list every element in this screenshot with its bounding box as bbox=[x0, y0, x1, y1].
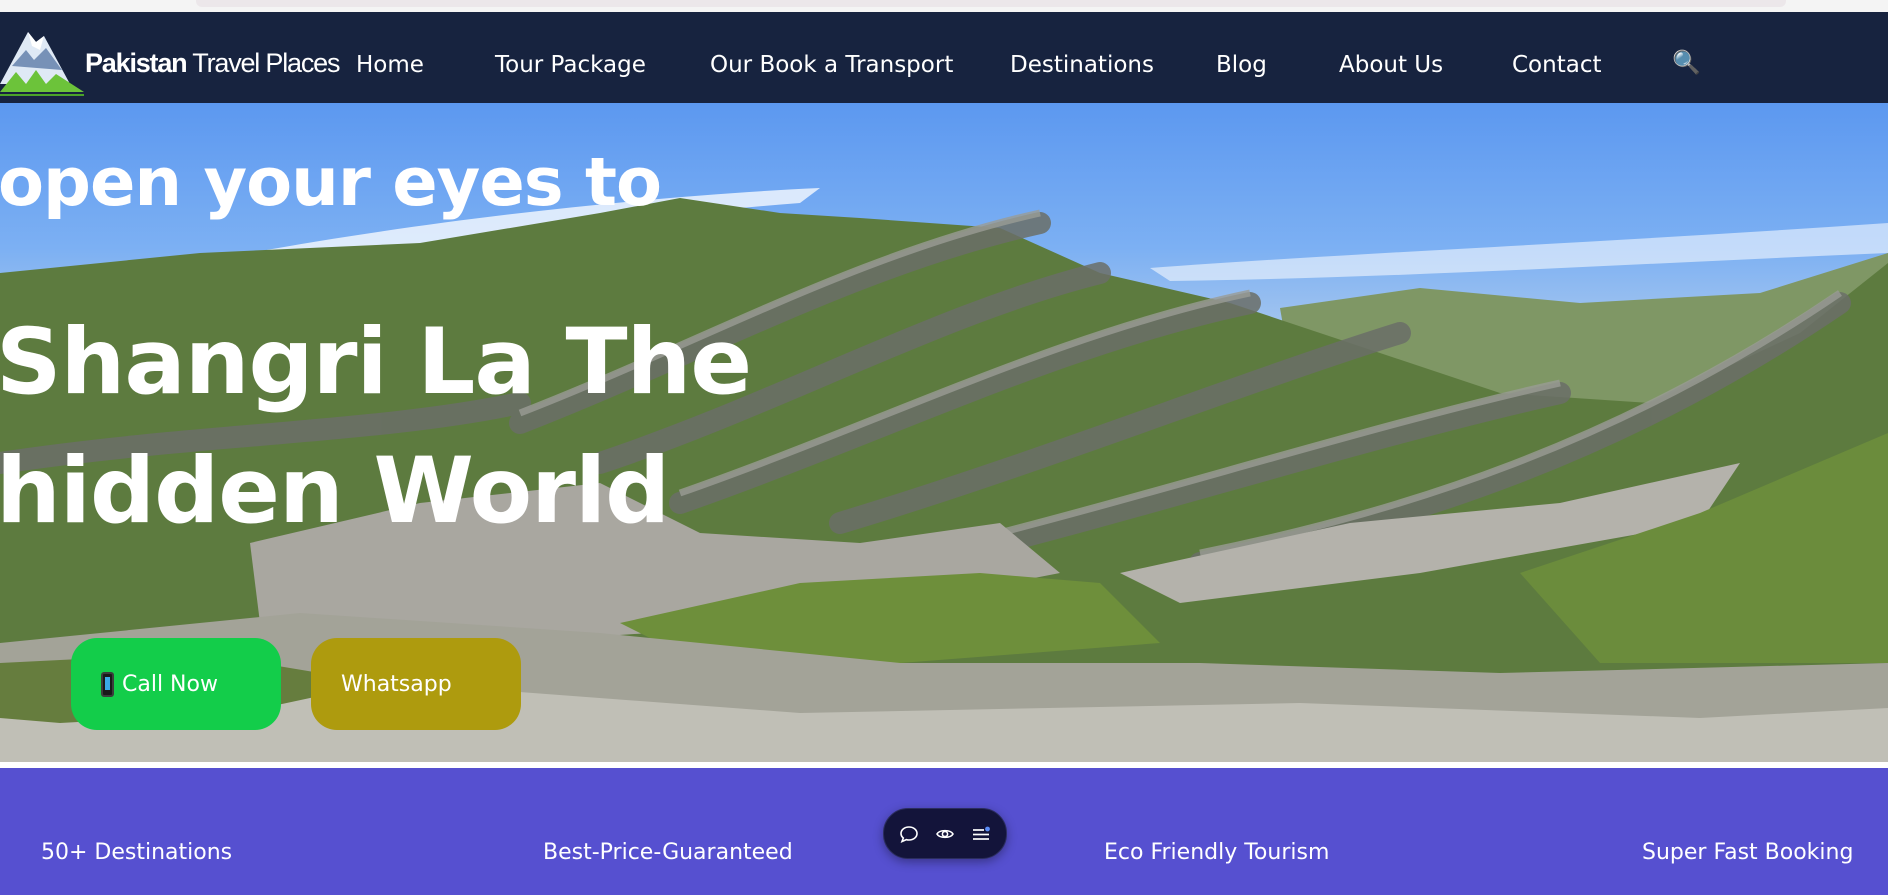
menu-list-icon[interactable] bbox=[971, 824, 991, 844]
nav-contact[interactable]: Contact bbox=[1512, 52, 1601, 78]
eye-icon[interactable] bbox=[935, 824, 955, 844]
nav-about-us[interactable]: About Us bbox=[1339, 52, 1443, 78]
mobile-phone-icon bbox=[101, 671, 114, 697]
navbar: Pakistan Travel Places Home Tour Package… bbox=[0, 12, 1888, 103]
top-tab-edge bbox=[196, 0, 1786, 7]
nav-tour-package[interactable]: Tour Package bbox=[495, 52, 646, 78]
feature-fast-booking: Super Fast Booking bbox=[1642, 840, 1854, 865]
nav-book-transport[interactable]: Our Book a Transport bbox=[710, 52, 953, 78]
logo-text: Pakistan Travel Places bbox=[85, 48, 340, 78]
nav-home[interactable]: Home bbox=[356, 52, 424, 78]
feature-best-price: Best-Price-Guaranteed bbox=[543, 840, 793, 865]
browser-top-strip bbox=[0, 0, 1888, 12]
hero-title-line-1: Shangri La The bbox=[0, 310, 752, 415]
feature-eco-friendly: Eco Friendly Tourism bbox=[1104, 840, 1330, 865]
whatsapp-button[interactable]: Whatsapp bbox=[311, 638, 521, 730]
feature-destinations: 50+ Destinations bbox=[41, 840, 233, 865]
hero-tagline: open your eyes to bbox=[0, 143, 662, 221]
search-icon[interactable]: 🔍 bbox=[1672, 52, 1701, 75]
whatsapp-label: Whatsapp bbox=[341, 671, 452, 697]
site-logo[interactable]: Pakistan Travel Places bbox=[0, 26, 340, 96]
call-now-label: Call Now bbox=[122, 671, 218, 697]
mountain-logo-icon bbox=[0, 32, 84, 96]
floating-toolbar bbox=[883, 808, 1007, 859]
hero-title-line-2: hidden World bbox=[0, 439, 670, 544]
hero-title: Shangri La The hidden World bbox=[0, 298, 752, 556]
hero-banner: open your eyes to Shangri La The hidden … bbox=[0, 103, 1888, 762]
call-now-button[interactable]: Call Now bbox=[71, 638, 281, 730]
chat-bubble-icon[interactable] bbox=[899, 824, 919, 844]
nav-destinations[interactable]: Destinations bbox=[1010, 52, 1154, 78]
nav-blog[interactable]: Blog bbox=[1216, 52, 1267, 78]
